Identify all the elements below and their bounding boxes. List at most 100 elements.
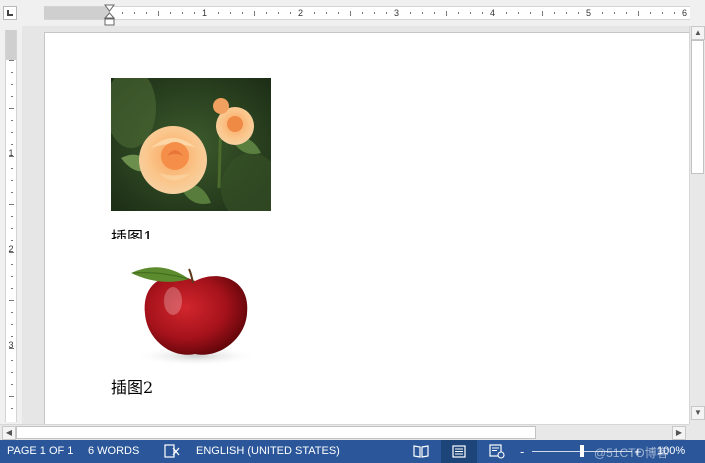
ruler-tick xyxy=(650,12,651,14)
ruler-tick xyxy=(602,12,603,14)
ruler-tick xyxy=(11,132,13,133)
ruler-tick xyxy=(11,84,13,85)
ruler-tick xyxy=(122,12,123,14)
scroll-left-arrow-icon[interactable]: ◀ xyxy=(2,426,16,440)
read-mode-view-button[interactable] xyxy=(403,440,439,463)
ruler-tick xyxy=(9,300,14,301)
vertical-ruler-top-margin xyxy=(6,30,16,60)
ruler-tick xyxy=(482,12,483,14)
horizontal-scrollbar[interactable]: ◀ ▶ xyxy=(0,424,689,440)
ruler-tick xyxy=(11,336,13,337)
ruler-tick xyxy=(11,408,13,409)
ruler-tick xyxy=(566,12,567,14)
scroll-down-arrow-icon[interactable]: ▼ xyxy=(691,406,705,420)
ruler-tick xyxy=(9,252,14,253)
zoom-out-button[interactable]: - xyxy=(520,440,524,463)
vertical-scroll-thumb[interactable] xyxy=(691,40,704,174)
ruler-tick xyxy=(11,72,13,73)
print-layout-view-button[interactable] xyxy=(441,440,477,463)
ruler-tick xyxy=(326,12,327,14)
ruler-tick xyxy=(194,12,195,14)
horizontal-ruler-track[interactable]: 1 2 3 4 5 6 xyxy=(44,6,690,20)
word-count[interactable]: 6 WORDS xyxy=(88,440,139,463)
ruler-tick xyxy=(11,168,13,169)
scroll-up-arrow-icon[interactable]: ▲ xyxy=(691,26,705,40)
ruler-tick xyxy=(278,12,279,14)
ruler-tick xyxy=(422,12,423,14)
ruler-tick xyxy=(410,12,411,14)
ruler-tick xyxy=(11,324,13,325)
ruler-tick xyxy=(11,288,13,289)
rose-flower-image[interactable] xyxy=(111,78,271,211)
ruler-tick xyxy=(11,360,13,361)
vertical-ruler-track[interactable]: 1 2 3 xyxy=(5,30,17,422)
figure-caption-2: 插图2 xyxy=(111,378,154,397)
ruler-number: 3 xyxy=(394,8,400,18)
ruler-tick xyxy=(9,348,14,349)
watermark-text: @51CTO博客 xyxy=(594,446,669,460)
web-layout-icon xyxy=(489,444,505,459)
ruler-tick xyxy=(314,12,315,14)
print-layout-icon xyxy=(452,445,466,458)
ruler-tick xyxy=(350,11,351,16)
ruler-tick xyxy=(11,120,13,121)
ruler-tick xyxy=(158,11,159,16)
red-apple-image[interactable] xyxy=(111,239,271,374)
tab-selector-button[interactable] xyxy=(3,6,17,20)
ruler-tick xyxy=(626,12,627,14)
ruler-number: 2 xyxy=(298,8,304,18)
horizontal-ruler[interactable]: 1 2 3 4 5 6 xyxy=(0,0,705,26)
ruler-tick xyxy=(11,240,13,241)
ruler-tick xyxy=(11,228,13,229)
ruler-tick xyxy=(374,12,375,14)
ruler-tick xyxy=(530,12,531,14)
ruler-tick xyxy=(146,12,147,14)
ruler-tick xyxy=(11,312,13,313)
ruler-tick xyxy=(506,12,507,14)
ruler-tick xyxy=(518,12,519,14)
ruler-tick xyxy=(638,11,639,16)
indent-marker-icon[interactable] xyxy=(104,4,115,26)
ruler-tick xyxy=(218,12,219,14)
ruler-tick xyxy=(242,12,243,14)
ruler-tick xyxy=(134,12,135,14)
ruler-tick xyxy=(674,12,675,14)
vertical-scrollbar[interactable]: ▲ ▼ xyxy=(689,26,705,424)
web-layout-view-button[interactable] xyxy=(479,440,515,463)
ruler-tick xyxy=(254,11,255,16)
ruler-tick xyxy=(11,276,13,277)
ruler-number: 6 xyxy=(682,8,688,18)
ruler-tick xyxy=(662,12,663,14)
ruler-tick xyxy=(266,12,267,14)
ruler-tick xyxy=(614,12,615,14)
ruler-tick xyxy=(554,12,555,14)
ruler-tick xyxy=(9,396,14,397)
read-mode-icon xyxy=(413,445,429,458)
scroll-right-arrow-icon[interactable]: ▶ xyxy=(672,426,686,440)
proofing-icon[interactable] xyxy=(164,444,180,459)
ruler-tick xyxy=(9,60,14,61)
language-indicator[interactable]: ENGLISH (UNITED STATES) xyxy=(196,440,340,463)
page-count[interactable]: PAGE 1 OF 1 xyxy=(7,440,73,463)
zoom-slider-thumb[interactable] xyxy=(580,445,584,457)
document-page[interactable]: 插图1 插图2 xyxy=(44,32,690,425)
ruler-tick xyxy=(182,12,183,14)
ruler-tick xyxy=(470,12,471,14)
ruler-tick xyxy=(230,12,231,14)
ruler-tick xyxy=(9,204,14,205)
ruler-tick xyxy=(9,156,14,157)
ruler-tick xyxy=(542,11,543,16)
ruler-number: 4 xyxy=(490,8,496,18)
scrollbar-corner xyxy=(689,424,705,440)
ruler-tick xyxy=(11,384,13,385)
ruler-left-margin xyxy=(44,7,110,19)
ruler-tick xyxy=(362,12,363,14)
ruler-tick xyxy=(11,192,13,193)
ruler-tick xyxy=(434,12,435,14)
horizontal-scroll-thumb[interactable] xyxy=(16,426,536,439)
ruler-tick xyxy=(11,264,13,265)
ruler-tick xyxy=(11,96,13,97)
ruler-tick xyxy=(386,12,387,14)
ruler-tick xyxy=(170,12,171,14)
ruler-tick xyxy=(11,372,13,373)
